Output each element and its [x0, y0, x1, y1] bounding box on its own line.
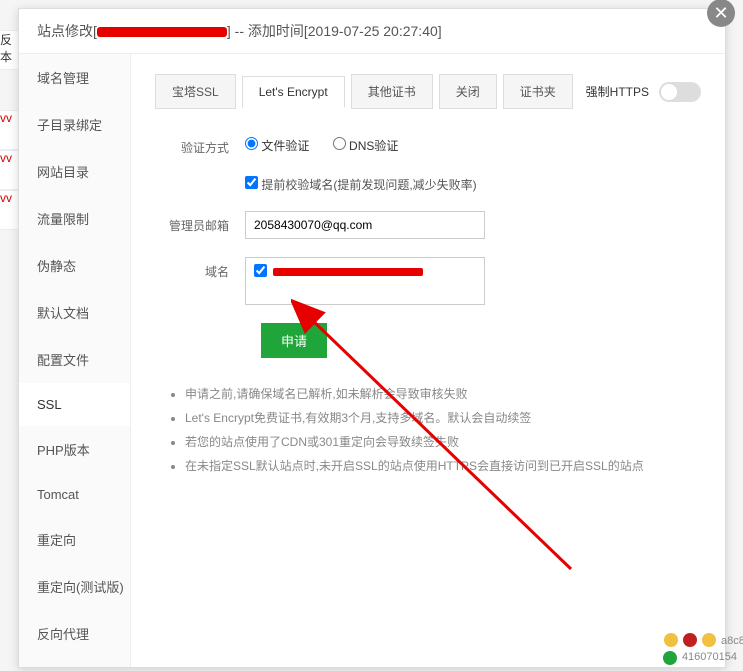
redacted-domain-item: [273, 268, 423, 276]
sidebar-item-rewrite[interactable]: 伪静态: [19, 242, 130, 289]
sidebar-item-redirect[interactable]: 重定向: [19, 516, 130, 563]
watermark-icon: [683, 633, 697, 647]
sidebar-item-traffic[interactable]: 流量限制: [19, 195, 130, 242]
tab-cert-folder[interactable]: 证书夹: [503, 74, 573, 109]
watermark-icon: [663, 651, 677, 665]
sidebar: 域名管理 子目录绑定 网站目录 流量限制 伪静态 默认文档 配置文件 SSL P…: [19, 54, 131, 667]
bg-row: 反本: [0, 30, 18, 70]
ssl-content: 宝塔SSL Let's Encrypt 其他证书 关闭 证书夹 强制HTTPS …: [131, 54, 725, 667]
watermark-icon: [702, 633, 716, 647]
email-input[interactable]: [245, 211, 485, 239]
sidebar-item-proxy[interactable]: 反向代理: [19, 610, 130, 657]
force-https-label: 强制HTTPS: [586, 83, 649, 100]
close-icon[interactable]: ✕: [707, 0, 735, 27]
notes-list: 申请之前,请确保域名已解析,如未解析会导致审核失败 Let's Encrypt免…: [155, 382, 701, 478]
site-edit-modal: ✕ 站点修改[] -- 添加时间[2019-07-25 20:27:40] 域名…: [18, 8, 726, 668]
tab-lets-encrypt[interactable]: Let's Encrypt: [242, 76, 345, 108]
note-item: 在未指定SSL默认站点时,未开启SSL的站点使用HTTPS会直接访问到已开启SS…: [185, 454, 701, 478]
bg-row: vv: [0, 110, 18, 150]
apply-button[interactable]: 申请: [261, 323, 327, 358]
modal-title: 站点修改[] -- 添加时间[2019-07-25 20:27:40]: [19, 9, 725, 54]
watermark: a8c8.cn 416070154: [663, 632, 737, 667]
ssl-tabs: 宝塔SSL Let's Encrypt 其他证书 关闭 证书夹 强制HTTPS: [155, 74, 701, 109]
bg-row: vv: [0, 150, 18, 190]
sidebar-item-ssl[interactable]: SSL: [19, 383, 130, 426]
verify-dns-radio[interactable]: DNS验证: [333, 139, 399, 153]
sidebar-item-tomcat[interactable]: Tomcat: [19, 473, 130, 516]
note-item: 若您的站点使用了CDN或301重定向会导致续签失败: [185, 430, 701, 454]
sidebar-item-subdirectory[interactable]: 子目录绑定: [19, 101, 130, 148]
domain-checkbox[interactable]: [254, 264, 267, 277]
tab-other-cert[interactable]: 其他证书: [351, 74, 433, 109]
sidebar-item-domain[interactable]: 域名管理: [19, 54, 130, 101]
watermark-icon: [664, 633, 678, 647]
verify-method-label: 验证方式: [155, 133, 245, 156]
sidebar-item-defaultdoc[interactable]: 默认文档: [19, 289, 130, 336]
redacted-domain: [97, 27, 227, 37]
email-label: 管理员邮箱: [155, 211, 245, 234]
verify-file-radio[interactable]: 文件验证: [245, 139, 309, 153]
tab-close[interactable]: 关闭: [439, 74, 497, 109]
note-item: Let's Encrypt免费证书,有效期3个月,支持多域名。默认会自动续签: [185, 406, 701, 430]
tab-baota-ssl[interactable]: 宝塔SSL: [155, 74, 236, 109]
precheck-checkbox[interactable]: 提前校验域名(提前发现问题,减少失败率): [245, 178, 477, 192]
sidebar-item-redirect-beta[interactable]: 重定向(测试版): [19, 563, 130, 610]
note-item: 申请之前,请确保域名已解析,如未解析会导致审核失败: [185, 382, 701, 406]
bg-row: vv: [0, 190, 18, 230]
domain-label: 域名: [155, 257, 245, 280]
domain-select-box[interactable]: [245, 257, 485, 305]
sidebar-item-hotlink[interactable]: 防盗链: [19, 657, 130, 667]
sidebar-item-config[interactable]: 配置文件: [19, 336, 130, 383]
sidebar-item-sitedir[interactable]: 网站目录: [19, 148, 130, 195]
sidebar-item-php[interactable]: PHP版本: [19, 426, 130, 473]
force-https-toggle[interactable]: [659, 82, 701, 102]
